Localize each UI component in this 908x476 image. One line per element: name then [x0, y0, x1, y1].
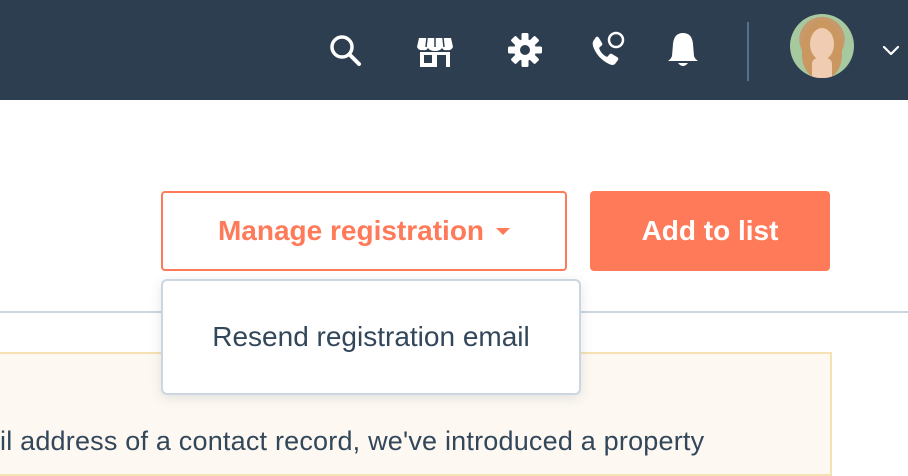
avatar[interactable] [790, 14, 854, 78]
add-to-list-label: Add to list [641, 215, 779, 246]
resend-registration-email-item[interactable]: Resend registration email [163, 299, 579, 375]
manage-registration-dropdown: Resend registration email [161, 279, 581, 395]
calling-icon[interactable] [585, 28, 629, 72]
top-navigation-bar [0, 0, 908, 100]
manage-registration-button[interactable]: Manage registration [161, 191, 567, 271]
caret-down-icon [496, 227, 511, 235]
add-to-list-button[interactable]: Add to list [590, 191, 830, 271]
bell-icon[interactable] [661, 28, 705, 72]
topbar-divider [747, 22, 749, 81]
gear-icon[interactable] [503, 28, 547, 72]
search-icon[interactable] [323, 28, 367, 72]
chevron-down-icon[interactable] [880, 40, 902, 62]
alert-text: il address of a contact record, we've in… [0, 426, 705, 456]
manage-registration-label: Manage registration [217, 215, 485, 246]
marketplace-icon[interactable] [413, 28, 457, 72]
